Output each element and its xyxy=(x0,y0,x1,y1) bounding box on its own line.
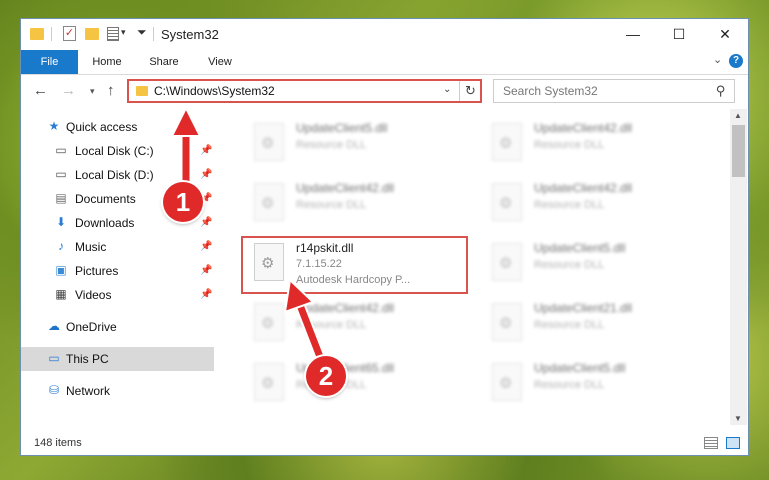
arrow-1 xyxy=(170,105,202,196)
step-1-badge: 1 xyxy=(163,182,203,222)
callout-arrows xyxy=(170,105,328,368)
step-2-badge: 2 xyxy=(306,356,346,396)
arrow-2 xyxy=(283,277,328,368)
